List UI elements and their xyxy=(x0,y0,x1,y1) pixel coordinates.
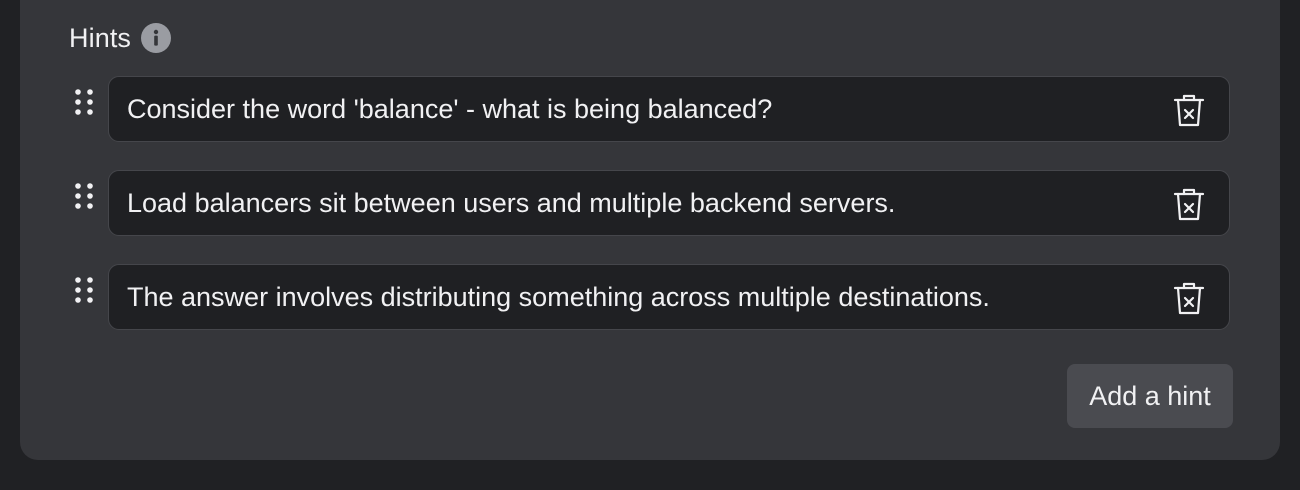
drag-handle-icon[interactable] xyxy=(70,182,98,222)
add-hint-button[interactable]: Add a hint xyxy=(1067,364,1233,428)
section-title: Hints xyxy=(69,22,132,53)
hint-input[interactable] xyxy=(127,171,1147,235)
drag-handle-icon[interactable] xyxy=(70,88,98,128)
hint-input[interactable] xyxy=(127,77,1147,141)
trash-icon[interactable] xyxy=(1171,92,1207,128)
hint-row xyxy=(70,76,1232,146)
hint-row xyxy=(70,264,1232,334)
hints-header: Hints xyxy=(69,20,172,56)
hint-field-container xyxy=(108,264,1230,330)
hint-field-container xyxy=(108,76,1230,142)
info-icon[interactable] xyxy=(141,23,172,53)
hint-field-container xyxy=(108,170,1230,236)
hint-input[interactable] xyxy=(127,265,1147,329)
trash-icon[interactable] xyxy=(1171,280,1207,316)
trash-icon[interactable] xyxy=(1171,186,1207,222)
drag-handle-icon[interactable] xyxy=(70,276,98,316)
hint-row xyxy=(70,170,1232,240)
